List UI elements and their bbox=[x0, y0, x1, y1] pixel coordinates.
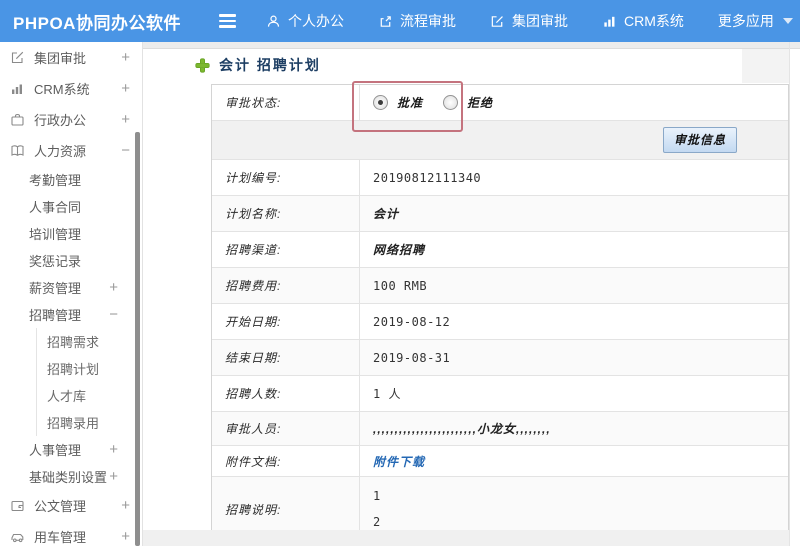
sidebar-item-group-approval[interactable]: 集团审批 + bbox=[0, 42, 142, 73]
radio-reject[interactable] bbox=[443, 95, 459, 110]
briefcase-icon bbox=[11, 113, 24, 126]
caret-down-icon bbox=[782, 18, 793, 24]
sidebar-item-vehicle-mgmt[interactable]: 用车管理 + bbox=[0, 521, 142, 546]
nav-crm-system[interactable]: CRM系统 bbox=[602, 11, 684, 31]
sidebar-item-hr[interactable]: 人力资源 − bbox=[0, 135, 142, 166]
sidebar-item-crm[interactable]: CRM系统 + bbox=[0, 73, 142, 104]
sidebar-item-recruit-plan[interactable]: 招聘计划 bbox=[36, 355, 142, 382]
description-line: 2 bbox=[373, 515, 381, 529]
row-recruit-channel: 招聘渠道: 网络招聘 bbox=[212, 232, 788, 268]
recruit-channel-value: 网络招聘 bbox=[373, 243, 426, 257]
approvers-value: ,,,,,,,,,,,,,,,,,,,,,,,,小龙女,,,,,,,, bbox=[373, 422, 551, 436]
nav-more-apps[interactable]: 更多应用 bbox=[718, 11, 793, 31]
content-right-divider bbox=[789, 42, 790, 546]
row-recruit-cost: 招聘费用: 100 RMB bbox=[212, 268, 788, 304]
sidebar: 集团审批 + CRM系统 + 行政办公 + 人力资源 − 考勤管理 人事合同 培… bbox=[0, 42, 142, 546]
expand-icon[interactable]: + bbox=[109, 442, 118, 457]
collapse-icon[interactable]: − bbox=[109, 307, 118, 322]
radio-approve-label[interactable]: 批准 bbox=[397, 94, 423, 111]
plan-number-value: 20190812111340 bbox=[373, 170, 482, 185]
expand-icon[interactable]: + bbox=[109, 280, 118, 295]
recruit-cost-value: 100 RMB bbox=[373, 278, 428, 293]
expand-icon[interactable]: + bbox=[109, 469, 118, 484]
car-icon bbox=[11, 533, 24, 543]
sidebar-item-admin-office[interactable]: 行政办公 + bbox=[0, 104, 142, 135]
sidebar-item-attendance[interactable]: 考勤管理 bbox=[0, 166, 142, 193]
top-bar: PHPOA协同办公软件 个人办公 流程审批 集团审批 CRM系统 更多应用 bbox=[0, 0, 800, 42]
headcount-value: 1 人 bbox=[373, 387, 401, 401]
approval-status-radio-group: 批准 拒绝 bbox=[360, 85, 788, 120]
page-title: 会计 招聘计划 bbox=[219, 57, 321, 73]
sidebar-item-training[interactable]: 培训管理 bbox=[0, 220, 142, 247]
row-attachment: 附件文档: 附件下载 bbox=[212, 446, 788, 477]
row-end-date: 结束日期: 2019-08-31 bbox=[212, 340, 788, 376]
sidebar-item-recruit-need[interactable]: 招聘需求 bbox=[36, 328, 142, 355]
collapse-icon[interactable]: − bbox=[121, 143, 130, 158]
sidebar-item-base-category[interactable]: 基础类别设置 + bbox=[0, 463, 142, 490]
description-line: 1 bbox=[373, 489, 381, 503]
main-content: 会计 招聘计划 审批状态: 批准 拒绝 审批信息 计划编号: 201908121… bbox=[142, 42, 800, 546]
row-headcount: 招聘人数: 1 人 bbox=[212, 376, 788, 412]
sidebar-item-rewards[interactable]: 奖惩记录 bbox=[0, 247, 142, 274]
page-header: 会计 招聘计划 bbox=[195, 55, 321, 75]
radio-reject-label[interactable]: 拒绝 bbox=[467, 94, 493, 111]
sidebar-item-salary[interactable]: 薪资管理 + bbox=[0, 274, 142, 301]
sidebar-item-hr-contract[interactable]: 人事合同 bbox=[0, 193, 142, 220]
top-nav: 个人办公 流程审批 集团审批 CRM系统 更多应用 bbox=[266, 11, 793, 31]
content-top-band bbox=[143, 42, 800, 49]
row-approval-status: 审批状态: 批准 拒绝 bbox=[212, 85, 788, 121]
sidebar-item-talent-pool[interactable]: 人才库 bbox=[36, 382, 142, 409]
nav-personal-office[interactable]: 个人办公 bbox=[266, 11, 344, 31]
recruit-plan-form: 审批状态: 批准 拒绝 审批信息 计划编号: 20190812111340 计划… bbox=[211, 84, 789, 542]
phpoa-window: PHPOA协同办公软件 个人办公 流程审批 集团审批 CRM系统 更多应用 集团… bbox=[0, 0, 800, 546]
expand-icon[interactable]: + bbox=[121, 50, 130, 65]
process-approval-icon bbox=[380, 15, 391, 27]
nav-group-approval[interactable]: 集团审批 bbox=[490, 11, 568, 31]
hamburger-menu-icon[interactable] bbox=[218, 14, 236, 28]
expand-icon[interactable]: + bbox=[121, 498, 130, 513]
row-approvers: 审批人员: ,,,,,,,,,,,,,,,,,,,,,,,,小龙女,,,,,,,… bbox=[212, 412, 788, 446]
compose-icon bbox=[491, 15, 503, 27]
book-icon bbox=[11, 145, 24, 156]
green-plus-icon bbox=[195, 57, 210, 73]
person-icon bbox=[267, 15, 280, 27]
sidebar-scrollbar-thumb[interactable] bbox=[135, 132, 140, 546]
row-start-date: 开始日期: 2019-08-12 bbox=[212, 304, 788, 340]
row-plan-name: 计划名称: 会计 bbox=[212, 196, 788, 232]
expand-icon[interactable]: + bbox=[121, 529, 130, 544]
row-plan-number: 计划编号: 20190812111340 bbox=[212, 160, 788, 196]
approve-info-button[interactable]: 审批信息 bbox=[662, 127, 737, 153]
field-label: 审批状态: bbox=[212, 85, 360, 120]
expand-icon[interactable]: + bbox=[121, 112, 130, 127]
document-icon bbox=[11, 500, 24, 512]
attachment-download-link[interactable]: 附件下载 bbox=[373, 453, 425, 470]
sidebar-item-recruit-mgmt[interactable]: 招聘管理 − bbox=[0, 301, 142, 328]
plan-name-value: 会计 bbox=[373, 207, 400, 221]
radio-approve[interactable] bbox=[373, 95, 388, 110]
bar-chart-icon bbox=[604, 16, 615, 27]
bar-chart-icon bbox=[12, 84, 22, 94]
app-title: PHPOA协同办公软件 bbox=[13, 13, 181, 33]
expand-icon[interactable]: + bbox=[121, 81, 130, 96]
sidebar-item-recruit-hire[interactable]: 招聘录用 bbox=[36, 409, 142, 436]
content-bottom-band bbox=[143, 530, 789, 546]
end-date-value: 2019-08-31 bbox=[373, 350, 451, 365]
row-approve-action: 审批信息 bbox=[212, 121, 788, 160]
content-corner-panel bbox=[742, 49, 789, 83]
sidebar-item-document-mgmt[interactable]: 公文管理 + bbox=[0, 490, 142, 521]
start-date-value: 2019-08-12 bbox=[373, 314, 451, 329]
compose-icon bbox=[11, 51, 24, 64]
nav-process-approval[interactable]: 流程审批 bbox=[378, 11, 456, 31]
sidebar-item-personnel-mgmt[interactable]: 人事管理 + bbox=[0, 436, 142, 463]
